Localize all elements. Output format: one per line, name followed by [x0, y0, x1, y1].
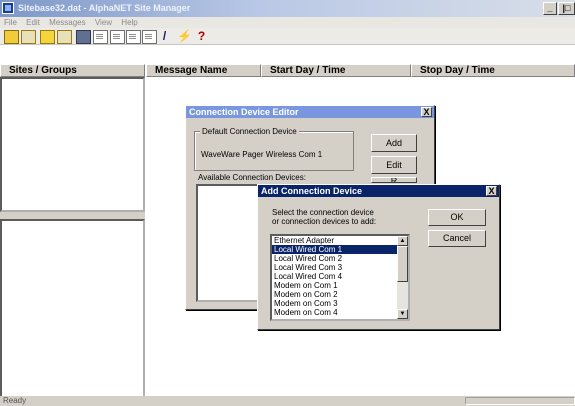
column-stop-day-time[interactable]: Stop Day / Time	[411, 64, 575, 77]
flag-icon[interactable]: ⚡	[177, 30, 192, 42]
available-devices-label: Available Connection Devices:	[198, 173, 306, 182]
maximize-button[interactable]: |□	[558, 2, 575, 15]
device-list-item[interactable]: Modem on Com 3	[272, 299, 397, 308]
device-list[interactable]: Ethernet Adapter Local Wired Com 1 Local W…	[270, 234, 410, 321]
device-list-item[interactable]: Local Wired Com 3	[272, 263, 397, 272]
menu-help[interactable]: Help	[121, 18, 137, 27]
device-list-item[interactable]: Ethernet Adapter	[272, 236, 397, 245]
pencil-icon[interactable]: /	[158, 30, 171, 42]
device-list-items: Ethernet Adapter Local Wired Com 1 Local W…	[272, 236, 397, 317]
device-list-item[interactable]: Modem on Com 4	[272, 308, 397, 317]
add-device-close-button[interactable]: X	[486, 186, 497, 196]
app-icon	[2, 2, 14, 14]
add-connection-device-dialog: Add Connection Device X Select the conne…	[257, 184, 500, 330]
column-message-name[interactable]: Message Name	[146, 64, 261, 77]
add-device-instruction-line1: Select the connection device	[272, 208, 374, 217]
device-list-item[interactable]: Local Wired Com 2	[272, 254, 397, 263]
device-list-item[interactable]: Modem on Com 2	[272, 290, 397, 299]
window-title: Sitebase32.dat - AlphaNET Site Manager	[18, 3, 191, 13]
menu-bar: File Edit Messages View Help	[0, 17, 575, 28]
connection-editor-title: Connection Device Editor	[189, 107, 299, 117]
open-file-icon[interactable]	[21, 30, 36, 44]
cancel-button[interactable]: Cancel	[428, 230, 486, 247]
menu-file[interactable]: File	[4, 18, 17, 27]
document-icon[interactable]	[142, 30, 157, 44]
sites-groups-header[interactable]: Sites / Groups	[0, 64, 145, 77]
toolbar: / ⚡ ?	[0, 28, 575, 45]
default-device-group-label: Default Connection Device	[200, 127, 299, 136]
add-device-title-bar[interactable]: Add Connection Device X	[258, 185, 499, 197]
remove-button[interactable]: R	[371, 177, 417, 183]
device-list-item[interactable]: Local Wired Com 1	[272, 245, 397, 254]
status-text: Ready	[3, 396, 27, 405]
add-device-instruction-line2: or connection devices to add:	[272, 217, 377, 226]
minimize-button[interactable]: _	[543, 2, 557, 15]
connection-editor-close-button[interactable]: X	[421, 107, 432, 117]
add-button[interactable]: Add	[371, 134, 417, 152]
document-icon[interactable]	[93, 30, 108, 44]
status-bar: Ready	[0, 396, 575, 406]
save-icon[interactable]	[76, 30, 91, 44]
menu-view[interactable]: View	[95, 18, 112, 27]
add-device-title: Add Connection Device	[261, 186, 363, 196]
sites-groups-pane	[0, 64, 145, 399]
help-icon[interactable]: ?	[195, 30, 208, 42]
default-device-value: WaveWare Pager Wireless Com 1	[201, 150, 323, 159]
scroll-thumb[interactable]	[397, 246, 408, 282]
document-icon[interactable]	[126, 30, 141, 44]
device-list-item[interactable]: Local Wired Com 4	[272, 272, 397, 281]
ok-button[interactable]: OK	[428, 209, 486, 226]
open-folder-icon[interactable]	[4, 30, 19, 44]
main-title-bar[interactable]: Sitebase32.dat - AlphaNET Site Manager _…	[0, 0, 575, 17]
open-file-icon[interactable]	[57, 30, 72, 44]
edit-button[interactable]: Edit	[371, 156, 417, 174]
document-icon[interactable]	[110, 30, 125, 44]
status-panel	[465, 397, 575, 405]
menu-messages[interactable]: Messages	[49, 18, 85, 27]
device-list-scrollbar[interactable]: ▲ ▼	[397, 236, 408, 319]
sites-tree[interactable]	[0, 77, 145, 212]
connection-editor-title-bar[interactable]: Connection Device Editor X	[186, 106, 434, 118]
device-list-item[interactable]: Modem on Com 1	[272, 281, 397, 290]
groups-list[interactable]	[0, 219, 145, 398]
menu-edit[interactable]: Edit	[26, 18, 40, 27]
scroll-up-arrow[interactable]: ▲	[397, 236, 408, 246]
folder-icon[interactable]	[40, 30, 55, 44]
scroll-down-arrow[interactable]: ▼	[397, 309, 408, 319]
column-start-day-time[interactable]: Start Day / Time	[261, 64, 411, 77]
